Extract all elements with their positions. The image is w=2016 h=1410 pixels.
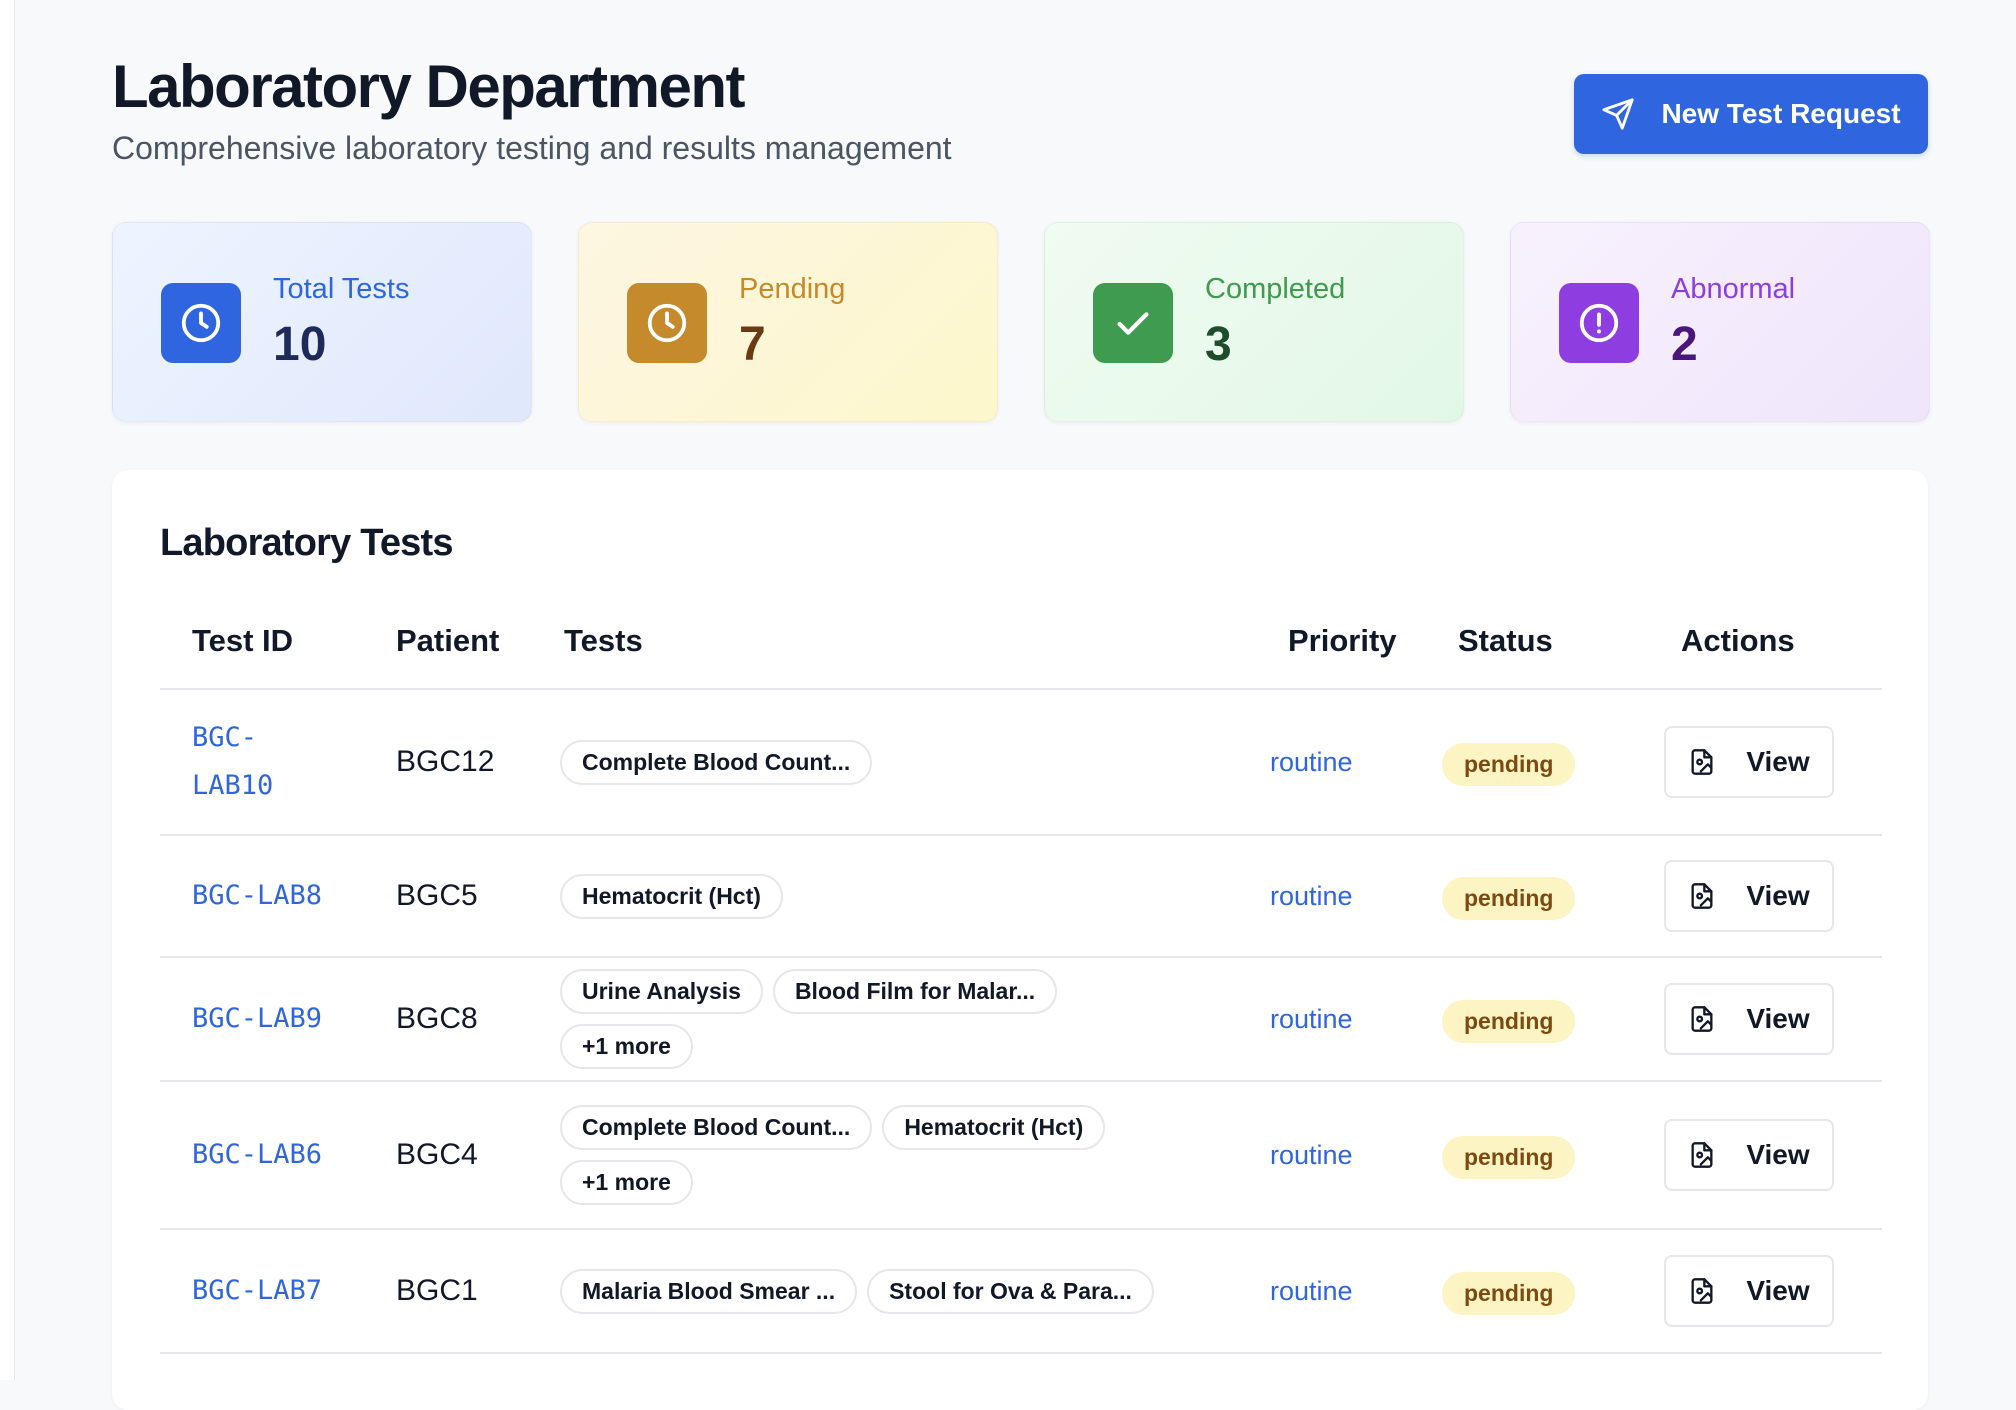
view-button[interactable]: View (1664, 726, 1834, 798)
view-button-label: View (1746, 880, 1810, 911)
status-badge: pending (1442, 999, 1576, 1043)
stat-card-completed: Completed 3 (1044, 222, 1464, 422)
patient-id: BGC1 (396, 1274, 478, 1307)
priority-label: routine (1270, 880, 1353, 911)
view-button-label: View (1746, 1139, 1810, 1170)
test-chip: Complete Blood Count... (560, 739, 873, 785)
priority-label: routine (1270, 1275, 1353, 1306)
view-button-label: View (1746, 1003, 1810, 1034)
lab-tests-table: Test ID Patient Tests Priority Status Ac… (160, 610, 1882, 1354)
stat-value: 7 (739, 318, 766, 371)
status-badge: pending (1442, 1271, 1576, 1315)
new-test-request-button[interactable]: New Test Request (1574, 74, 1928, 154)
test-chip: Hematocrit (Hct) (882, 1105, 1106, 1150)
patient-id: BGC8 (396, 1002, 478, 1035)
table-header: Test ID Patient Tests Priority Status Ac… (160, 610, 1882, 690)
view-button[interactable]: View (1664, 1255, 1834, 1327)
more-tests-chip: +1 more (560, 1024, 693, 1069)
view-button[interactable]: View (1664, 1119, 1834, 1191)
test-id-link[interactable]: BGC-LAB9 (192, 995, 322, 1043)
stat-label: Pending (739, 273, 846, 305)
stat-label: Total Tests (273, 273, 410, 305)
priority-label: routine (1270, 1003, 1353, 1034)
stat-card-total-tests: Total Tests 10 (112, 222, 532, 422)
column-header-patient: Patient (396, 623, 500, 658)
column-header-test-id: Test ID (192, 623, 294, 658)
stat-label: Completed (1205, 273, 1346, 305)
priority-label: routine (1270, 746, 1353, 777)
test-chip: Urine Analysis (560, 969, 763, 1014)
column-header-actions: Actions (1681, 623, 1795, 658)
stat-value: 2 (1671, 318, 1698, 371)
clock-icon (627, 283, 707, 363)
test-id-link[interactable]: BGC- LAB10 (192, 714, 273, 810)
stat-card-abnormal: Abnormal 2 (1510, 222, 1930, 422)
test-chip: Blood Film for Malar... (772, 969, 1058, 1014)
file-image-icon (1691, 883, 1713, 909)
column-header-tests: Tests (564, 623, 643, 658)
stat-value: 3 (1205, 318, 1232, 371)
table-row: BGC- LAB10 BGC12 Complete Blood Count... … (160, 690, 1882, 836)
table-row: BGC-LAB6 BGC4 Complete Blood Count... He… (160, 1082, 1882, 1230)
column-header-priority: Priority (1288, 623, 1397, 658)
status-badge: pending (1442, 1135, 1576, 1179)
patient-id: BGC4 (396, 1138, 478, 1171)
view-button[interactable]: View (1664, 860, 1834, 932)
page-subtitle: Comprehensive laboratory testing and res… (112, 130, 952, 166)
table-row: BGC-LAB8 BGC5 Hematocrit (Hct) routine p… (160, 836, 1882, 958)
table-row: BGC-LAB9 BGC8 Urine Analysis Blood Film … (160, 958, 1882, 1082)
file-image-icon (1691, 749, 1713, 775)
check-icon (1093, 283, 1173, 363)
test-chip: Stool for Ova & Para... (867, 1268, 1154, 1314)
status-badge: pending (1442, 742, 1576, 786)
alert-circle-icon (1559, 283, 1639, 363)
file-image-icon (1691, 1278, 1713, 1304)
clock-icon (161, 283, 241, 363)
test-id-link[interactable]: BGC-LAB8 (192, 872, 322, 920)
status-badge: pending (1442, 876, 1576, 920)
section-title: Laboratory Tests (160, 522, 453, 564)
patient-id: BGC12 (396, 745, 495, 778)
priority-label: routine (1270, 1139, 1353, 1170)
table-row: BGC-LAB7 BGC1 Malaria Blood Smear ... St… (160, 1230, 1882, 1354)
lab-tests-panel: Laboratory Tests Test ID Patient Tests P… (112, 470, 1928, 1410)
send-icon (1602, 98, 1635, 130)
page-title: Laboratory Department (112, 53, 745, 120)
stat-label: Abnormal (1671, 273, 1796, 305)
stat-card-pending: Pending 7 (578, 222, 998, 422)
file-image-icon (1691, 1006, 1713, 1032)
test-chip: Malaria Blood Smear ... (560, 1268, 858, 1314)
view-button-label: View (1746, 746, 1810, 777)
column-header-status: Status (1458, 623, 1553, 658)
file-image-icon (1691, 1142, 1713, 1168)
more-tests-chip: +1 more (560, 1160, 693, 1205)
patient-id: BGC5 (396, 879, 478, 912)
new-test-request-label: New Test Request (1661, 98, 1901, 129)
sidebar-edge (0, 0, 15, 1380)
test-id-link[interactable]: BGC-LAB6 (192, 1131, 322, 1179)
view-button[interactable]: View (1664, 983, 1834, 1055)
test-chip: Hematocrit (Hct) (560, 873, 783, 919)
stat-value: 10 (273, 318, 327, 371)
view-button-label: View (1746, 1275, 1810, 1306)
test-chip: Complete Blood Count... (560, 1105, 873, 1150)
test-id-link[interactable]: BGC-LAB7 (192, 1267, 322, 1315)
